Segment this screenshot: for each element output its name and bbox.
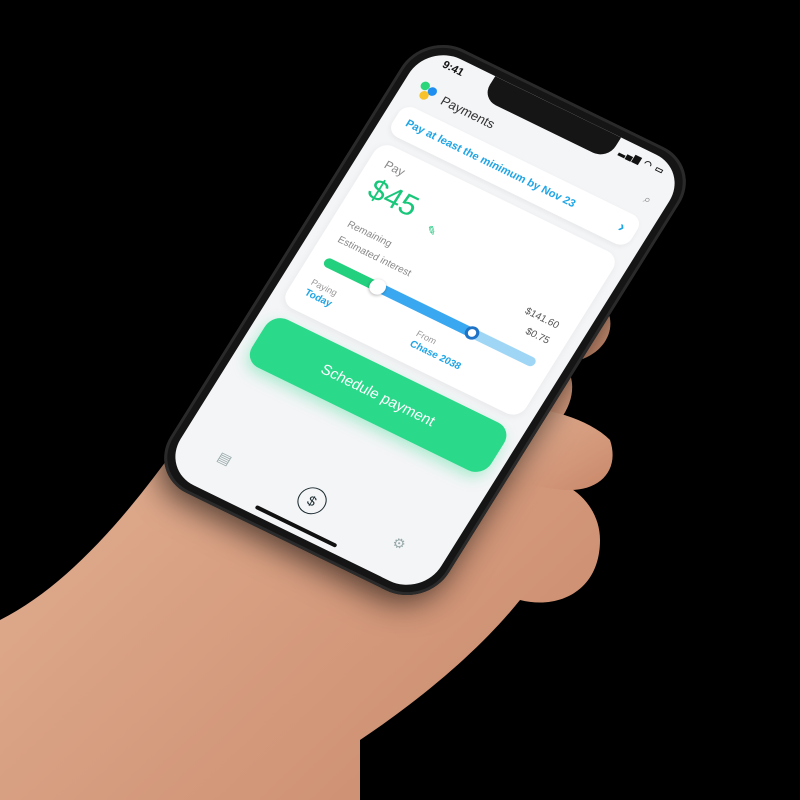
- list-icon[interactable]: ▤: [206, 441, 243, 475]
- edit-icon[interactable]: ✎: [423, 223, 440, 239]
- search-icon[interactable]: ⌕: [641, 192, 655, 208]
- payment-amount[interactable]: $45: [361, 173, 425, 224]
- settings-icon[interactable]: ⚙: [381, 527, 418, 561]
- chevron-right-icon: ›: [614, 218, 629, 236]
- slider-min-knob[interactable]: [365, 276, 389, 298]
- slider-value-knob[interactable]: [461, 323, 482, 342]
- payments-icon[interactable]: $: [291, 482, 333, 519]
- app-logo-icon: [414, 80, 440, 103]
- interest-value: $0.75: [523, 326, 552, 347]
- status-time: 9:41: [439, 58, 467, 79]
